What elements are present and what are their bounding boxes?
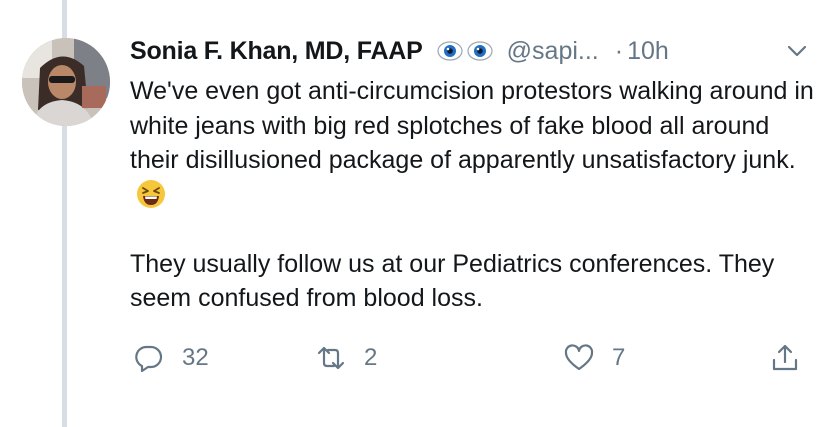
heart-icon xyxy=(564,344,594,371)
like-button[interactable]: 7 xyxy=(564,338,625,378)
separator-dot: · xyxy=(614,36,624,65)
reply-count: 32 xyxy=(182,344,209,371)
tweet-text: We've even got anti-circumcision protest… xyxy=(130,77,814,174)
share-icon xyxy=(772,344,798,371)
name-emoji xyxy=(437,40,497,62)
tweet-paragraph: We've even got anti-circumcision protest… xyxy=(130,74,820,212)
tweet-timestamp[interactable]: 10h xyxy=(627,37,669,66)
author-handle[interactable]: @sapi... xyxy=(507,37,599,66)
tweet-paragraph: They usually follow us at our Pediatrics… xyxy=(130,247,820,316)
tweet[interactable]: Sonia F. Khan, MD, FAAP @sapi... · 10h W… xyxy=(130,30,820,316)
avatar[interactable] xyxy=(22,38,110,126)
tweet-text: They usually follow us at our Pediatrics… xyxy=(130,249,775,313)
tweet-header: Sonia F. Khan, MD, FAAP @sapi... · 10h xyxy=(130,30,820,72)
reply-icon xyxy=(135,345,163,373)
reply-button[interactable]: 32 xyxy=(134,338,209,378)
eye-icon xyxy=(437,41,463,61)
retweet-count: 2 xyxy=(364,344,378,371)
like-count: 7 xyxy=(612,344,626,371)
retweet-icon xyxy=(317,346,345,370)
laughing-emoji-icon xyxy=(137,179,165,208)
tweet-body: We've even got anti-circumcision protest… xyxy=(130,74,820,316)
share-button[interactable] xyxy=(770,338,818,378)
chevron-down-icon[interactable] xyxy=(786,40,808,62)
eye-icon xyxy=(467,41,493,61)
tweet-actions: 32 2 7 xyxy=(130,338,820,378)
retweet-button[interactable]: 2 xyxy=(316,338,377,378)
author-name[interactable]: Sonia F. Khan, MD, FAAP xyxy=(130,37,423,66)
